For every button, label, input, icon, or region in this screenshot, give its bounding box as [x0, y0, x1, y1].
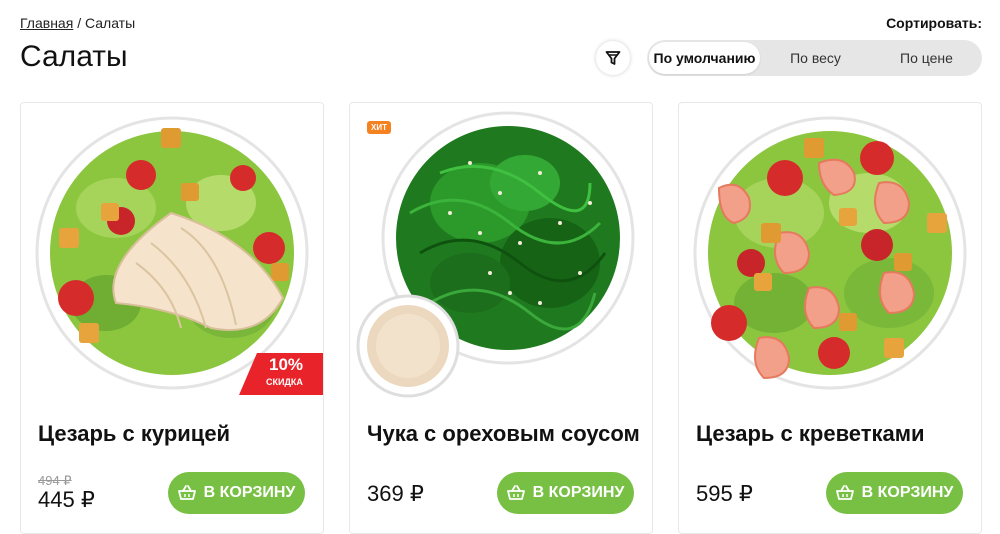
basket-icon — [177, 485, 196, 500]
add-to-cart-label: В КОРЗИНУ — [861, 484, 954, 501]
add-to-cart-button[interactable]: В КОРЗИНУ — [826, 472, 963, 514]
product-card[interactable]: Цезарь с креветками 595 ₽ В КОРЗИНУ — [678, 102, 982, 534]
page-title: Салаты — [20, 40, 128, 73]
sort-option-price[interactable]: По цене — [871, 42, 982, 74]
product-name[interactable]: Цезарь с курицей — [38, 421, 230, 447]
product-card[interactable]: 10% СКИДКА Цезарь с курицей 494 ₽ 445 ₽ … — [20, 102, 324, 534]
product-image[interactable] — [350, 103, 652, 403]
discount-percent: 10% — [269, 355, 304, 374]
price: 369 ₽ — [367, 481, 424, 506]
product-name[interactable]: Цезарь с креветками — [696, 421, 925, 447]
sort-toggle: По умолчанию По весу По цене — [647, 40, 982, 76]
discount-badge: 10% СКИДКА — [239, 353, 323, 395]
add-to-cart-label: В КОРЗИНУ — [203, 484, 296, 501]
filter-icon — [605, 51, 621, 65]
sort-option-weight[interactable]: По весу — [760, 42, 871, 74]
product-card[interactable]: ХИТ Чука с ореховым соусом 369 ₽ В КОРЗИ… — [349, 102, 653, 534]
breadcrumb-current: Салаты — [84, 15, 136, 31]
breadcrumb-separator: / — [77, 15, 82, 31]
product-name[interactable]: Чука с ореховым соусом — [367, 421, 640, 447]
sort-label: Сортировать: — [886, 15, 982, 31]
product-image[interactable] — [679, 103, 981, 403]
sort-option-default[interactable]: По умолчанию — [649, 42, 760, 74]
price: 445 ₽ — [38, 487, 95, 512]
breadcrumb-home-link[interactable]: Главная — [20, 15, 73, 31]
add-to-cart-button[interactable]: В КОРЗИНУ — [168, 472, 305, 514]
add-to-cart-label: В КОРЗИНУ — [532, 484, 625, 501]
hit-badge: ХИТ — [367, 121, 391, 134]
basket-icon — [835, 485, 854, 500]
basket-icon — [506, 485, 525, 500]
discount-label: СКИДКА — [266, 377, 303, 387]
filter-button[interactable] — [596, 41, 630, 75]
price: 595 ₽ — [696, 481, 753, 506]
add-to-cart-button[interactable]: В КОРЗИНУ — [497, 472, 634, 514]
breadcrumb: Главная / Салаты — [20, 15, 135, 31]
